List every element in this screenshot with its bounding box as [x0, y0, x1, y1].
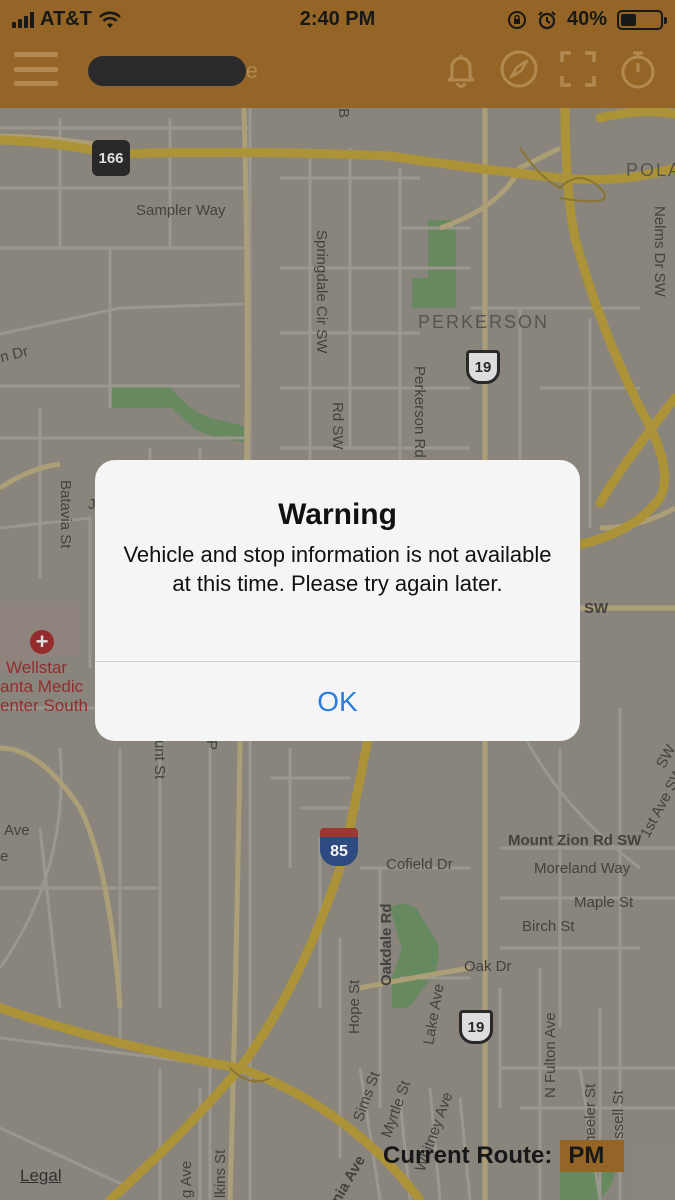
- warning-dialog: Warning Vehicle and stop information is …: [95, 460, 580, 741]
- dialog-title: Warning: [278, 498, 397, 531]
- ok-button[interactable]: OK: [95, 662, 580, 741]
- dialog-message: Vehicle and stop information is not avai…: [123, 542, 552, 596]
